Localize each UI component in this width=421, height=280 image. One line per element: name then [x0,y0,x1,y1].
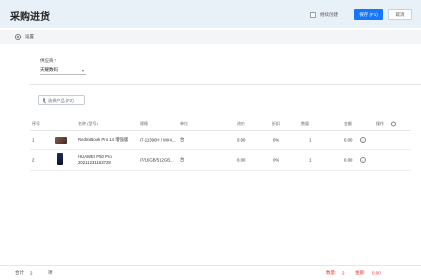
info-icon[interactable]: i [360,137,366,143]
row-index: 2 [32,157,35,163]
table-row[interactable]: 2 HUAWEI P50 Pro 20211231163728 i7/16GB/… [30,150,411,171]
discount-field[interactable]: 0% [273,138,279,143]
price-field[interactable]: 0.00 [237,158,245,163]
phone-thumbnail [57,153,63,165]
supplier-value: 天耀数码 [40,67,58,72]
table-row[interactable]: 1 RedmiBook Pro 14 增强版 i7-11390H / MX4..… [30,131,411,150]
continue-create-label: 继续创建 [320,12,338,17]
continue-create-toggle[interactable]: 继续创建 [310,11,338,19]
product-spec: i7-11390H / MX4... [140,137,176,143]
product-search-input[interactable] [48,97,84,103]
save-button[interactable]: 保存 (F1) [354,9,383,20]
col-name: 名称 (型号) [78,120,98,126]
col-discount: 折扣 [272,120,280,126]
chevron-down-icon: ▾ [81,67,84,73]
product-code: 20211231163728 [78,160,111,165]
product-search[interactable] [38,95,85,105]
row-index: 1 [32,137,35,143]
price-field[interactable]: 0.00 [237,138,245,143]
supplier-select[interactable]: 天耀数码 ▾ [40,66,86,75]
col-actions: 操作 [376,120,384,126]
summary-footer: 合计 2 项 数量: 2 金额: 0.00 [0,265,421,280]
laptop-thumbnail [55,137,67,144]
col-index: 序号 [32,120,40,126]
qty-total: 2 [342,270,345,276]
gear-icon [15,34,21,40]
product-spec: i7/16GB/512GB... [140,157,174,163]
page-header: 采购进货 继续创建 保存 (F1) 取消 [0,0,421,28]
qty-label: 数量: [326,270,337,275]
info-icon[interactable]: i [360,157,366,163]
settings-bar[interactable]: 设置 [0,30,421,44]
settings-label: 设置 [25,34,34,39]
col-amount: 金额 [344,120,352,126]
product-name[interactable]: HUAWEI P50 Pro 20211231163728 [78,154,112,166]
amount-label: 金额: [355,270,366,275]
quantity-field[interactable]: 1 [309,138,311,143]
product-unit: 台 [180,137,185,142]
total-label: 合计 [15,270,24,275]
col-qty: 数量 [301,120,309,126]
column-settings-icon[interactable] [391,121,396,126]
search-icon [43,98,45,102]
product-name[interactable]: RedmiBook Pro 14 增强版 [78,137,128,143]
page-title: 采购进货 [10,12,50,23]
col-unit: 单位 [180,120,188,126]
required-mark: * [54,58,57,63]
quantity-field[interactable]: 1 [309,158,311,163]
product-unit: 台 [180,157,185,162]
discount-field[interactable]: 0% [273,158,279,163]
table-header: 序号 名称 (型号) 规格 单位 进价 折扣 数量 金额 操作 [30,117,411,131]
amount-field[interactable]: 0.00 [344,158,352,163]
total-count: 2 [30,270,33,276]
total-unit: 项 [48,270,53,275]
amount-field[interactable]: 0.00 [344,138,352,143]
product-table: 序号 名称 (型号) 规格 单位 进价 折扣 数量 金额 操作 1 RedmiB… [30,117,411,171]
cancel-button[interactable]: 取消 [388,9,412,20]
continue-create-checkbox[interactable] [310,12,316,18]
amount-total: 0.00 [372,270,381,276]
divider [30,84,421,85]
col-spec: 规格 [140,120,148,126]
supplier-label: 供应商* [40,58,57,63]
col-price: 进价 [237,120,245,126]
